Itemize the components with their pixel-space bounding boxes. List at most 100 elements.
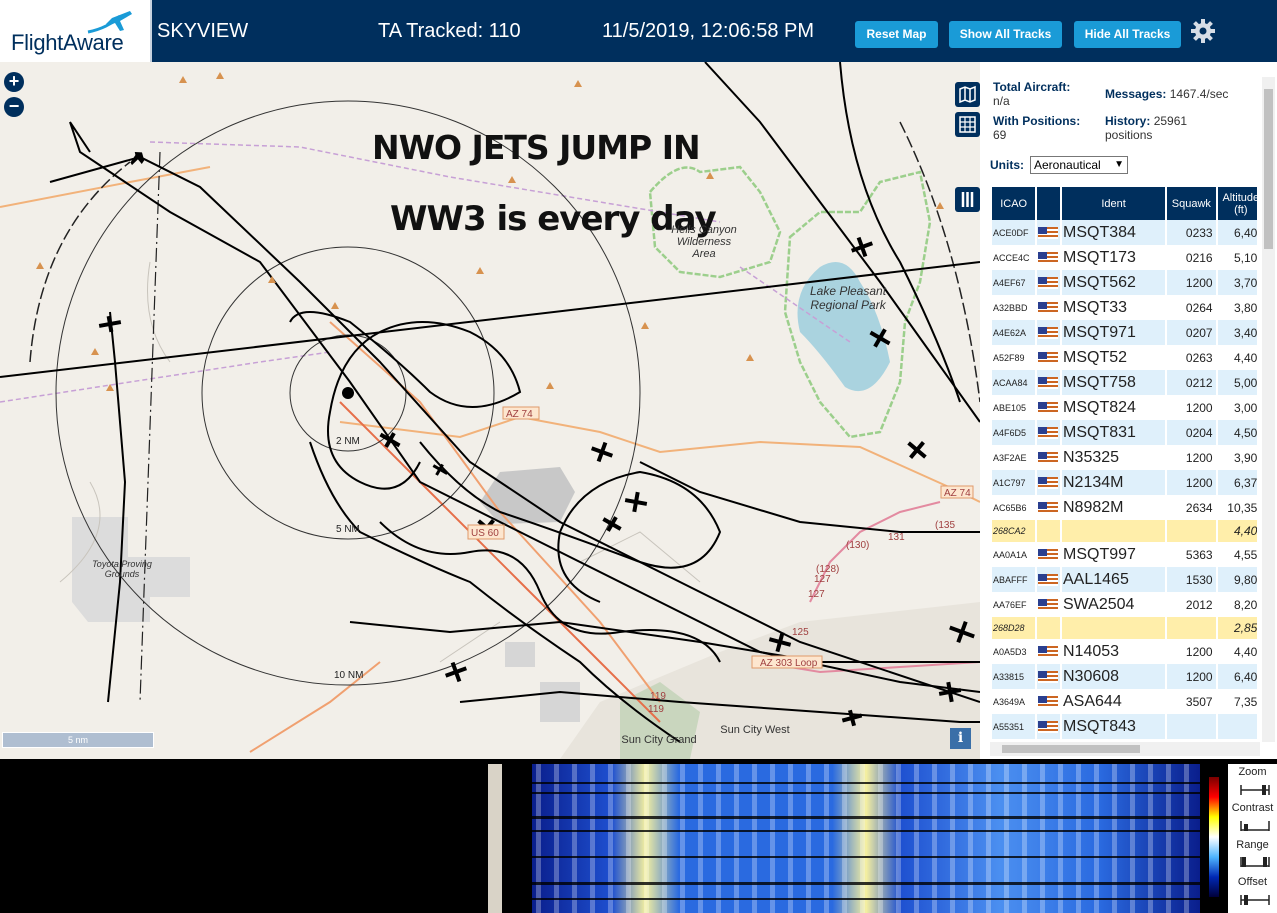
table-row[interactable]: A3649A ASA64435077,350 [992,689,1257,714]
show-all-tracks-button[interactable]: Show All Tracks [949,21,1062,48]
table-row[interactable]: ACCE4C MSQT17302165,100 [992,245,1257,270]
table-row[interactable]: ACAA84 MSQT75802125,000 [992,370,1257,395]
table-row[interactable]: A32BBD MSQT3302643,800 [992,295,1257,320]
squawk-cell: 3507 [1167,689,1216,714]
map-layers-button[interactable] [955,82,980,107]
col-header-icao[interactable]: ICAO [992,187,1036,220]
squawk-cell: 0212 [1167,370,1216,395]
total-aircraft-label: Total Aircraft: [993,80,1071,94]
table-row[interactable]: A4EF67 MSQT56212003,700 [992,270,1257,295]
table-row[interactable]: A0A5D3 N1405312004,400 [992,639,1257,664]
table-row[interactable]: 268D28 2,850 [992,617,1257,639]
flag-cell [1037,295,1060,320]
skyview-app: FlightAware SKYVIEW TA Tracked: 110 11/5… [0,0,1277,913]
sdr-panel: Zoom Contrast Range Offset [0,759,1277,913]
squawk-cell: 1200 [1167,664,1216,689]
tracked-count: TA Tracked: 110 [378,20,521,42]
icao-cell: A4E62A [992,320,1036,345]
sdr-controls: Zoom Contrast Range Offset [1228,764,1277,913]
zoom-out-button[interactable]: − [4,97,24,117]
col-header-squawk[interactable]: Squawk [1167,187,1216,220]
flag-cell [1037,689,1060,714]
table-row[interactable]: ABAFFF AAL146515309,800 [992,567,1257,592]
waterfall-spectrogram [532,764,1200,913]
table-row[interactable]: 268CA2 4,400 [992,520,1257,542]
flag-cell [1037,270,1060,295]
table-row[interactable]: ABE105 MSQT82412003,000 [992,395,1257,420]
squawk-cell: 1200 [1167,270,1216,295]
zoom-in-button[interactable]: + [4,72,24,92]
info-icon[interactable]: i [950,728,971,749]
offset-slider[interactable] [1240,894,1270,906]
table-row[interactable]: A1C797 N2134M12006,375 [992,470,1257,495]
overlay-caption-1: NWO JETS JUMP IN [372,128,701,167]
road-label-az74-a: AZ 74 [506,409,533,420]
col-header-altitude[interactable]: Altitude (ft) [1217,187,1257,220]
table-row[interactable]: AA0A1A MSQT99753634,550 [992,542,1257,567]
squawk-cell [1167,714,1216,739]
us-flag-icon [1038,326,1059,339]
aircraft-table-body: ACE0DFMSQT38402336,400ACCE4CMSQT17302165… [992,220,1257,739]
squawk-cell: 1200 [1167,639,1216,664]
table-row[interactable]: A52F89 MSQT5202634,400 [992,345,1257,370]
col-header-flag[interactable] [1037,187,1060,220]
vertical-scrollbar[interactable] [1262,77,1275,742]
contrast-slider[interactable] [1240,820,1270,832]
ident-cell: MSQT33 [1062,295,1166,320]
us-flag-icon [1038,451,1059,464]
grid-toggle-button[interactable] [955,112,980,137]
ring-label-5nm: 5 NM [336,524,360,535]
range-slider[interactable] [1240,856,1270,868]
flag-cell [1037,495,1060,520]
gear-icon[interactable] [1190,18,1216,44]
squawk-cell: 1200 [1167,395,1216,420]
table-row[interactable]: A55351 MSQT843 [992,714,1257,739]
flightaware-logo[interactable]: FlightAware [0,0,152,62]
table-row[interactable]: A4F6D5 MSQT83102044,500 [992,420,1257,445]
history-unit: positions [1105,128,1153,142]
ident-cell: MSQT831 [1062,420,1166,445]
ident-cell: MSQT384 [1062,220,1166,245]
units-select[interactable]: Aeronautical ▼ [1030,156,1128,174]
logo-text: FlightAware [11,30,124,55]
flag-cell [1037,370,1060,395]
horizontal-scrollbar[interactable] [990,742,1260,756]
altitude-cell [1217,714,1257,739]
ring-label-2nm: 2 NM [336,436,360,447]
table-row[interactable]: ACE0DF MSQT38402336,400 [992,220,1257,245]
icao-cell: 268D28 [992,617,1036,639]
table-row[interactable]: A3F2AE N3532512003,900 [992,445,1257,470]
road-label-loop303: AZ 303 Loop [760,658,818,669]
table-row[interactable]: A33815 N3060812006,400 [992,664,1257,689]
horizontal-scroll-thumb[interactable] [1002,745,1140,753]
map-view[interactable]: AZ 74 AZ 74 US 60 AZ 303 Loop (130) 131 … [0,62,980,759]
squawk-cell: 2012 [1167,592,1216,617]
ident-cell: MSQT758 [1062,370,1166,395]
chevron-down-icon: ▼ [1114,159,1124,170]
panel-splitter[interactable] [488,764,502,913]
table-row[interactable]: AA76EF SWA250420128,200 [992,592,1257,617]
road-label-127: 127 [814,574,831,585]
ident-cell: MSQT824 [1062,395,1166,420]
us-flag-icon [1038,401,1059,414]
flag-cell [1037,220,1060,245]
hide-all-tracks-button[interactable]: Hide All Tracks [1074,21,1181,48]
table-row[interactable]: AC65B6 N8982M263410,350 [992,495,1257,520]
sidebar-toggle-button[interactable] [955,187,980,212]
total-aircraft: Total Aircraft: n/a [993,80,1070,108]
icao-cell: A55351 [992,714,1036,739]
table-row[interactable]: A4E62A MSQT97102073,400 [992,320,1257,345]
altitude-cell: 6,375 [1217,470,1257,495]
us-flag-icon [1038,426,1059,439]
aircraft-table-container[interactable]: ICAO Ident Squawk Altitude (ft) ACE0DF MS… [990,187,1257,739]
squawk-cell: 0204 [1167,420,1216,445]
ident-cell [1062,520,1166,542]
col-header-ident[interactable]: Ident [1062,187,1166,220]
flag-cell [1037,520,1060,542]
altitude-cell: 3,000 [1217,395,1257,420]
reset-map-button[interactable]: Reset Map [855,21,938,48]
messages-value: 1467.4/sec [1169,87,1229,101]
vertical-scroll-thumb[interactable] [1264,89,1273,249]
contrast-label: Contrast [1231,802,1274,814]
zoom-slider[interactable] [1240,784,1270,796]
